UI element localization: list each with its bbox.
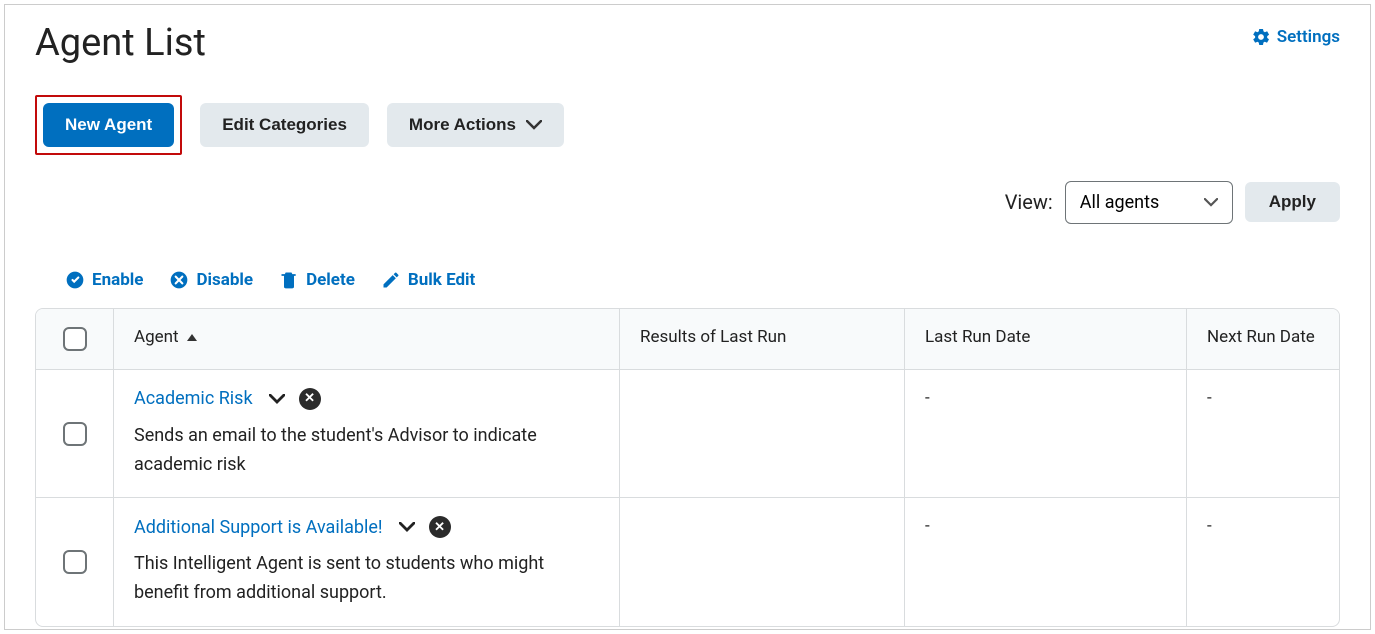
view-selected: All agents	[1080, 192, 1160, 213]
pencil-icon	[381, 270, 401, 290]
chevron-down-icon	[1204, 198, 1218, 207]
next-date-cell: -	[1187, 370, 1339, 498]
header-last-date[interactable]: Last Run Date	[905, 309, 1187, 369]
chevron-down-icon	[269, 394, 285, 404]
header: Agent List Settings	[35, 23, 1340, 65]
disable-label: Disable	[196, 270, 253, 290]
x-circle-icon	[169, 270, 189, 290]
gear-icon	[1251, 27, 1271, 47]
agent-link[interactable]: Academic Risk	[134, 388, 253, 409]
row-check	[36, 498, 114, 626]
next-date-cell: -	[1187, 498, 1339, 626]
delete-action[interactable]: Delete	[279, 270, 355, 290]
agent-table: Agent Results of Last Run Last Run Date …	[35, 308, 1340, 628]
select-all-checkbox[interactable]	[63, 327, 87, 351]
agent-description: This Intelligent Agent is sent to studen…	[134, 550, 599, 608]
sort-asc-icon	[187, 334, 197, 341]
header-agent-label: Agent	[134, 327, 179, 347]
table-row: Additional Support is Available! This In…	[36, 498, 1339, 626]
header-agent[interactable]: Agent	[114, 309, 620, 369]
check-circle-icon	[65, 270, 85, 290]
page-title: Agent List	[35, 23, 206, 65]
settings-link[interactable]: Settings	[1251, 27, 1340, 47]
row-actions-dropdown[interactable]	[269, 394, 285, 404]
row-actions-dropdown[interactable]	[399, 522, 415, 532]
delete-label: Delete	[306, 270, 355, 290]
more-actions-button[interactable]: More Actions	[387, 103, 564, 147]
row-checkbox[interactable]	[63, 550, 87, 574]
disabled-indicator-icon[interactable]	[429, 516, 451, 538]
last-date-cell: -	[905, 498, 1187, 626]
row-check	[36, 370, 114, 498]
last-date-cell: -	[905, 370, 1187, 498]
agent-head: Academic Risk	[134, 388, 599, 410]
enable-action[interactable]: Enable	[65, 270, 143, 290]
trash-icon	[279, 270, 299, 290]
toolbar: New Agent Edit Categories More Actions	[35, 95, 1340, 155]
chevron-down-icon	[399, 522, 415, 532]
bulk-edit-action[interactable]: Bulk Edit	[381, 270, 475, 290]
agent-cell: Academic Risk Sends an email to the stud…	[114, 370, 620, 498]
edit-categories-button[interactable]: Edit Categories	[200, 103, 369, 147]
bulk-edit-label: Bulk Edit	[408, 270, 475, 290]
bulk-actions: Enable Disable Delete Bulk Edit	[65, 270, 1340, 290]
agent-cell: Additional Support is Available! This In…	[114, 498, 620, 626]
disabled-indicator-icon[interactable]	[299, 388, 321, 410]
apply-button[interactable]: Apply	[1245, 182, 1340, 222]
enable-label: Enable	[92, 270, 143, 290]
agent-description: Sends an email to the student's Advisor …	[134, 422, 599, 480]
results-cell	[620, 498, 905, 626]
row-checkbox[interactable]	[63, 422, 87, 446]
new-agent-button[interactable]: New Agent	[43, 103, 174, 147]
chevron-down-icon	[526, 120, 542, 130]
header-check	[36, 309, 114, 369]
table-header: Agent Results of Last Run Last Run Date …	[36, 309, 1339, 370]
disable-action[interactable]: Disable	[169, 270, 253, 290]
view-select[interactable]: All agents	[1065, 181, 1233, 224]
table-row: Academic Risk Sends an email to the stud…	[36, 370, 1339, 499]
header-results[interactable]: Results of Last Run	[620, 309, 905, 369]
results-cell	[620, 370, 905, 498]
header-next-date[interactable]: Next Run Date	[1187, 309, 1339, 369]
page-frame: Agent List Settings New Agent Edit Categ…	[4, 4, 1371, 630]
settings-label: Settings	[1277, 27, 1340, 47]
view-label: View:	[1005, 190, 1053, 214]
highlight-box: New Agent	[35, 95, 182, 155]
more-actions-label: More Actions	[409, 115, 516, 135]
view-row: View: All agents Apply	[35, 181, 1340, 224]
agent-link[interactable]: Additional Support is Available!	[134, 517, 383, 538]
agent-head: Additional Support is Available!	[134, 516, 599, 538]
